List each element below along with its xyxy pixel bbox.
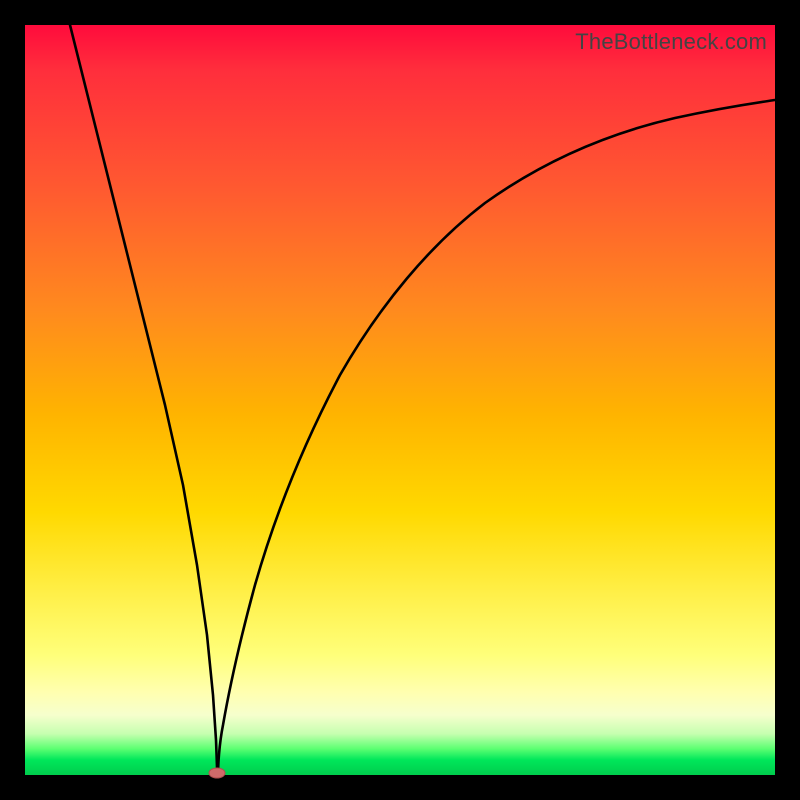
curve-right-ascent <box>218 100 775 775</box>
chart-frame: TheBottleneck.com <box>25 25 775 775</box>
vertex-marker <box>209 768 225 778</box>
bottleneck-curve <box>25 25 775 775</box>
curve-left-descent <box>70 25 217 775</box>
